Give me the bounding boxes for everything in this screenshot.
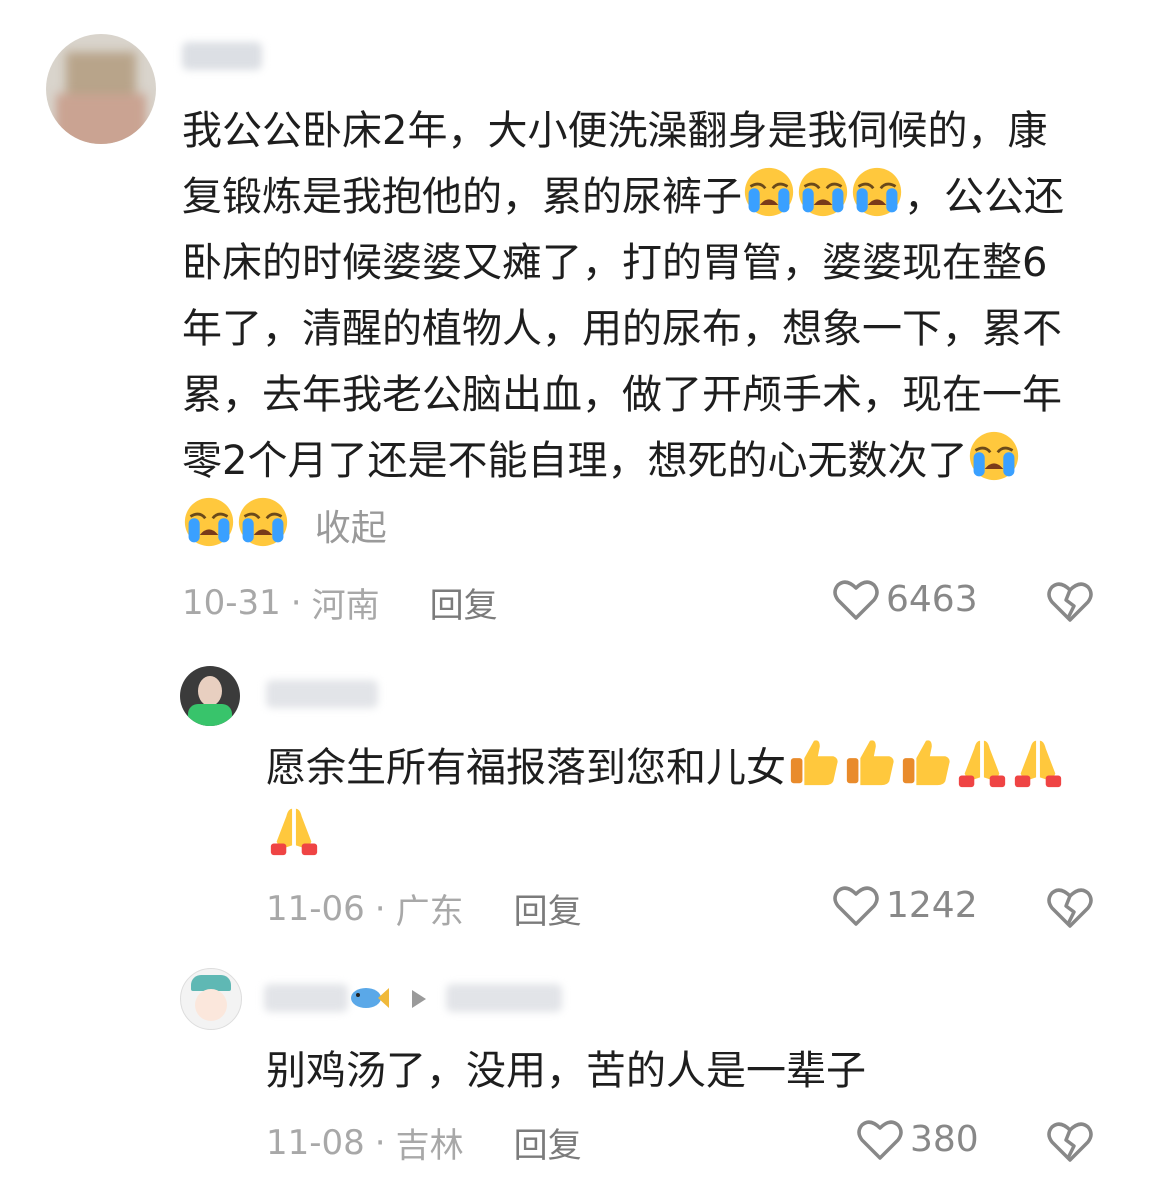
broken-heart-icon[interactable]	[1046, 1118, 1094, 1164]
comment-text: 别鸡汤了，没用，苦的人是一辈子	[266, 1048, 866, 1094]
like-count: 380	[910, 1118, 979, 1160]
like-button[interactable]: 380	[856, 1116, 979, 1162]
crying-face-icon	[743, 166, 795, 218]
username-blurred[interactable]	[266, 680, 378, 708]
comment-meta: 10-31 · 河南 回复	[182, 578, 498, 627]
like-button[interactable]: 1242	[832, 882, 978, 928]
comment-date: 11-08	[266, 1122, 365, 1163]
collapse-button[interactable]: 收起	[315, 508, 387, 549]
heart-outline-icon	[857, 1120, 903, 1160]
reply-to-username-blurred[interactable]	[446, 984, 562, 1012]
thumbs-up-icon	[843, 735, 897, 789]
reply-arrow-icon	[412, 990, 426, 1008]
comment-location: 河南	[311, 586, 380, 626]
like-count: 6463	[886, 578, 978, 620]
crying-face-icon	[968, 430, 1020, 482]
praying-hands-icon	[955, 735, 1009, 789]
comment-meta: 11-08 · 吉林 回复	[266, 1118, 582, 1167]
comment-meta: 11-06 · 广东 回复	[266, 884, 582, 933]
broken-heart-icon[interactable]	[1046, 578, 1094, 624]
comment-date: 10-31	[182, 582, 281, 623]
comment-text: 愿余生所有福报落到您和儿女	[266, 734, 1096, 870]
comment-location: 广东	[395, 892, 464, 932]
broken-heart-icon[interactable]	[1046, 884, 1094, 930]
avatar[interactable]	[180, 666, 240, 726]
avatar[interactable]	[180, 968, 242, 1030]
praying-hands-icon	[267, 803, 321, 857]
username-blurred[interactable]	[182, 42, 262, 70]
comment-date: 11-06	[266, 888, 365, 929]
fish-icon	[351, 988, 389, 1008]
avatar[interactable]	[46, 34, 156, 144]
crying-face-icon	[797, 166, 849, 218]
heart-outline-icon	[833, 886, 879, 926]
username-blurred[interactable]	[264, 984, 348, 1012]
reply-button[interactable]: 回复	[514, 884, 582, 933]
comment-text: 我公公卧床2年，大小便洗澡翻身是我伺候的，康复锻炼是我抱他的，累的尿裤子 ，公公还…	[182, 108, 1064, 549]
comment-location: 吉林	[395, 1126, 464, 1166]
like-count: 1242	[886, 884, 978, 926]
thumbs-up-icon	[899, 735, 953, 789]
praying-hands-icon	[1011, 735, 1065, 789]
like-button[interactable]: 6463	[832, 576, 978, 622]
crying-face-icon	[237, 496, 289, 548]
heart-outline-icon	[833, 580, 879, 620]
reply-button[interactable]: 回复	[430, 578, 498, 627]
thumbs-up-icon	[787, 735, 841, 789]
reply-button[interactable]: 回复	[514, 1118, 582, 1167]
crying-face-icon	[851, 166, 903, 218]
crying-face-icon	[183, 496, 235, 548]
